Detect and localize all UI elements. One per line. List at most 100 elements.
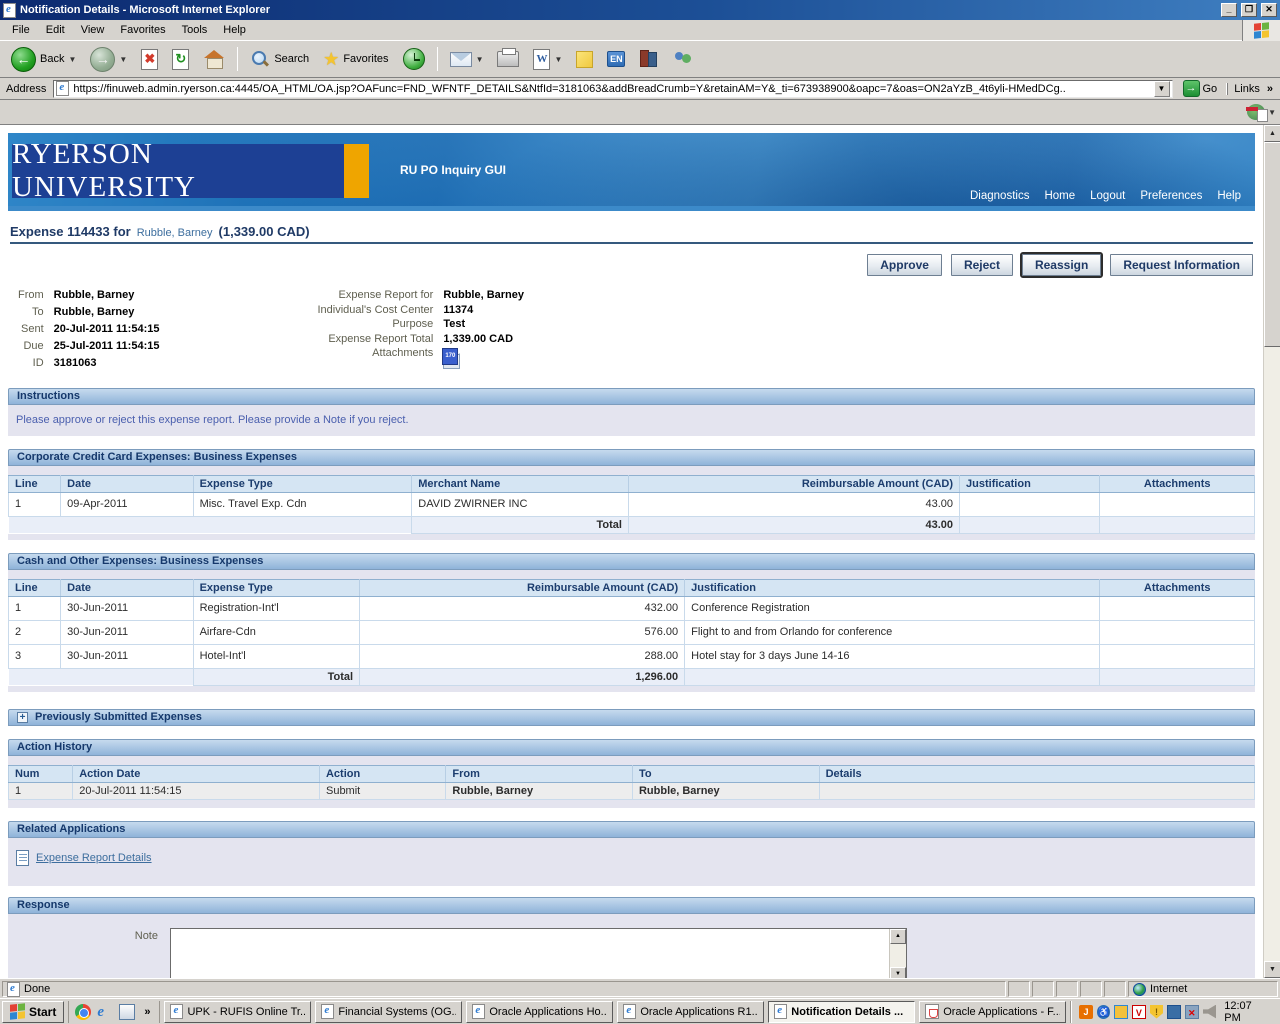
volume-icon[interactable] xyxy=(1203,1005,1217,1019)
links-bar[interactable]: Links » xyxy=(1227,83,1276,95)
refresh-button[interactable]: ↻ xyxy=(167,46,194,73)
expense-owner-link[interactable]: Rubble, Barney xyxy=(137,227,213,239)
ryerson-logo-gold-bar xyxy=(344,144,369,198)
corporate-cc-section: Corporate Credit Card Expenses: Business… xyxy=(8,449,1255,540)
scrollbar-down-icon[interactable]: ▼ xyxy=(1264,961,1280,978)
attachment-icon[interactable]: 170 xyxy=(443,348,460,369)
taskbar-task-oracle-home[interactable]: Oracle Applications Ho... xyxy=(466,1001,613,1023)
security-alert-shield-icon[interactable]: ! xyxy=(1150,1005,1164,1019)
windows-logo-icon xyxy=(1242,20,1280,41)
details-left: FromRubble, Barney ToRubble, Barney Sent… xyxy=(18,289,159,375)
network-icon[interactable] xyxy=(1167,1005,1181,1019)
address-label: Address xyxy=(4,83,48,95)
related-applications-header: Related Applications xyxy=(8,821,1255,838)
menu-help[interactable]: Help xyxy=(215,22,254,38)
antivirus-icon[interactable]: V xyxy=(1132,1005,1146,1019)
menu-file[interactable]: File xyxy=(4,22,38,38)
scrollbar-up-icon[interactable]: ▲ xyxy=(1264,125,1280,142)
menu-tools[interactable]: Tools xyxy=(174,22,216,38)
nav-help[interactable]: Help xyxy=(1217,190,1241,202)
research-button[interactable] xyxy=(634,48,664,70)
status-pane-empty xyxy=(1008,981,1030,997)
scroll-up-icon[interactable]: ▲ xyxy=(890,929,906,944)
messenger-button[interactable] xyxy=(668,48,698,70)
quick-launch-chevron-icon[interactable]: » xyxy=(141,1006,153,1018)
taskbar: Start e » UPK - RUFIS Online Tr... Finan… xyxy=(0,998,1280,1024)
mail-button[interactable]: ▼ xyxy=(445,49,489,70)
scrollbar-thumb[interactable] xyxy=(1264,142,1280,347)
back-dropdown-icon[interactable]: ▼ xyxy=(68,55,76,64)
taskbar-task-notification-details[interactable]: Notification Details ... xyxy=(768,1001,915,1023)
taskbar-task-upk[interactable]: UPK - RUFIS Online Tr... xyxy=(164,1001,311,1023)
note-textarea[interactable] xyxy=(171,929,889,979)
action-buttons: Approve Reject Reassign Request Informat… xyxy=(8,254,1253,276)
taskbar-task-oracle-r1[interactable]: Oracle Applications R1... xyxy=(617,1001,764,1023)
adobe-dropdown-icon[interactable]: ▼ xyxy=(1268,108,1276,117)
menu-favorites[interactable]: Favorites xyxy=(112,22,173,38)
scroll-down-icon[interactable]: ▼ xyxy=(890,967,906,979)
nav-logout[interactable]: Logout xyxy=(1090,190,1125,202)
page-favicon xyxy=(56,81,69,96)
reassign-button[interactable]: Reassign xyxy=(1022,254,1101,276)
updates-icon[interactable] xyxy=(1114,1005,1128,1019)
request-information-button[interactable]: Request Information xyxy=(1110,254,1253,276)
history-button[interactable] xyxy=(398,45,430,73)
mail-dropdown-icon[interactable]: ▼ xyxy=(476,55,484,64)
mail-icon xyxy=(450,52,472,67)
home-button[interactable] xyxy=(198,47,230,71)
status-pane-empty xyxy=(1032,981,1054,997)
taskbar-task-financial-systems[interactable]: Financial Systems (OG... xyxy=(315,1001,462,1023)
messenger-translate-button[interactable]: EN xyxy=(602,48,630,70)
expand-plus-icon[interactable]: + xyxy=(17,712,28,723)
back-button[interactable]: ← Back ▼ xyxy=(6,44,81,75)
approve-button[interactable]: Approve xyxy=(867,254,942,276)
forward-dropdown-icon[interactable]: ▼ xyxy=(119,55,127,64)
nav-diagnostics[interactable]: Diagnostics xyxy=(970,190,1029,202)
forward-icon: → xyxy=(90,47,115,72)
page-scrollbar[interactable]: ▲ ▼ xyxy=(1263,125,1280,978)
ryerson-logo: RYERSON UNIVERSITY xyxy=(12,144,344,198)
system-tray: J ♿ V ! ✕ 12:07 PM xyxy=(1070,1001,1278,1023)
corporate-cc-header: Corporate Credit Card Expenses: Business… xyxy=(8,449,1255,466)
start-button[interactable]: Start xyxy=(2,1001,64,1023)
menu-view[interactable]: View xyxy=(73,22,113,38)
edit-button[interactable]: W▼ xyxy=(528,46,567,73)
ie-task-icon xyxy=(774,1004,787,1019)
windows-explorer-icon[interactable] xyxy=(119,1004,135,1020)
network-disconnected-icon[interactable]: ✕ xyxy=(1185,1005,1199,1019)
banner-nav: Diagnostics Home Logout Preferences Help xyxy=(970,190,1241,202)
accessibility-icon[interactable]: ♿ xyxy=(1097,1005,1111,1019)
standard-toolbar: ← Back ▼ → ▼ ✖ ↻ Search ★ Favorites ▼ W▼… xyxy=(0,41,1280,78)
java-tray-icon[interactable]: J xyxy=(1079,1005,1093,1019)
adobe-pdf-convert-icon[interactable] xyxy=(1247,104,1265,120)
adobe-toolbar: ▼ xyxy=(0,100,1280,125)
favorites-button[interactable]: ★ Favorites xyxy=(318,46,393,73)
table-row: 130-Jun-2011Registration-Int'l 432.00Con… xyxy=(9,596,1255,620)
expense-report-details-link[interactable]: Expense Report Details xyxy=(36,852,152,864)
close-button[interactable]: ✕ xyxy=(1261,3,1277,17)
internet-explorer-icon[interactable]: e xyxy=(97,1004,113,1020)
taskbar-task-oracle-forms[interactable]: Oracle Applications - F... xyxy=(919,1001,1066,1023)
address-dropdown-icon[interactable]: ▼ xyxy=(1154,81,1170,97)
reject-button[interactable]: Reject xyxy=(951,254,1013,276)
address-input[interactable]: https://finuweb.admin.ryerson.ca:4445/OA… xyxy=(53,80,1172,98)
internet-zone-globe-icon xyxy=(1133,983,1146,996)
note-scrollbar[interactable]: ▲ ▼ xyxy=(889,929,906,979)
stop-button[interactable]: ✖ xyxy=(136,46,163,73)
app-title: RU PO Inquiry GUI xyxy=(400,163,506,177)
forward-button[interactable]: → ▼ xyxy=(85,44,132,75)
go-button[interactable]: → Go xyxy=(1178,78,1223,99)
edit-dropdown-icon[interactable]: ▼ xyxy=(554,55,562,64)
status-page-icon xyxy=(7,982,20,997)
nav-preferences[interactable]: Preferences xyxy=(1140,190,1202,202)
search-button[interactable]: Search xyxy=(245,46,314,72)
edit-word-icon: W xyxy=(533,49,550,70)
nav-home[interactable]: Home xyxy=(1044,190,1075,202)
favorites-star-icon: ★ xyxy=(323,49,339,70)
chrome-icon[interactable] xyxy=(75,1004,91,1020)
restore-button[interactable]: ❐ xyxy=(1241,3,1257,17)
sticky-note-button[interactable] xyxy=(571,48,598,71)
menu-edit[interactable]: Edit xyxy=(38,22,73,38)
minimize-button[interactable]: _ xyxy=(1221,3,1237,17)
print-button[interactable] xyxy=(492,48,524,70)
